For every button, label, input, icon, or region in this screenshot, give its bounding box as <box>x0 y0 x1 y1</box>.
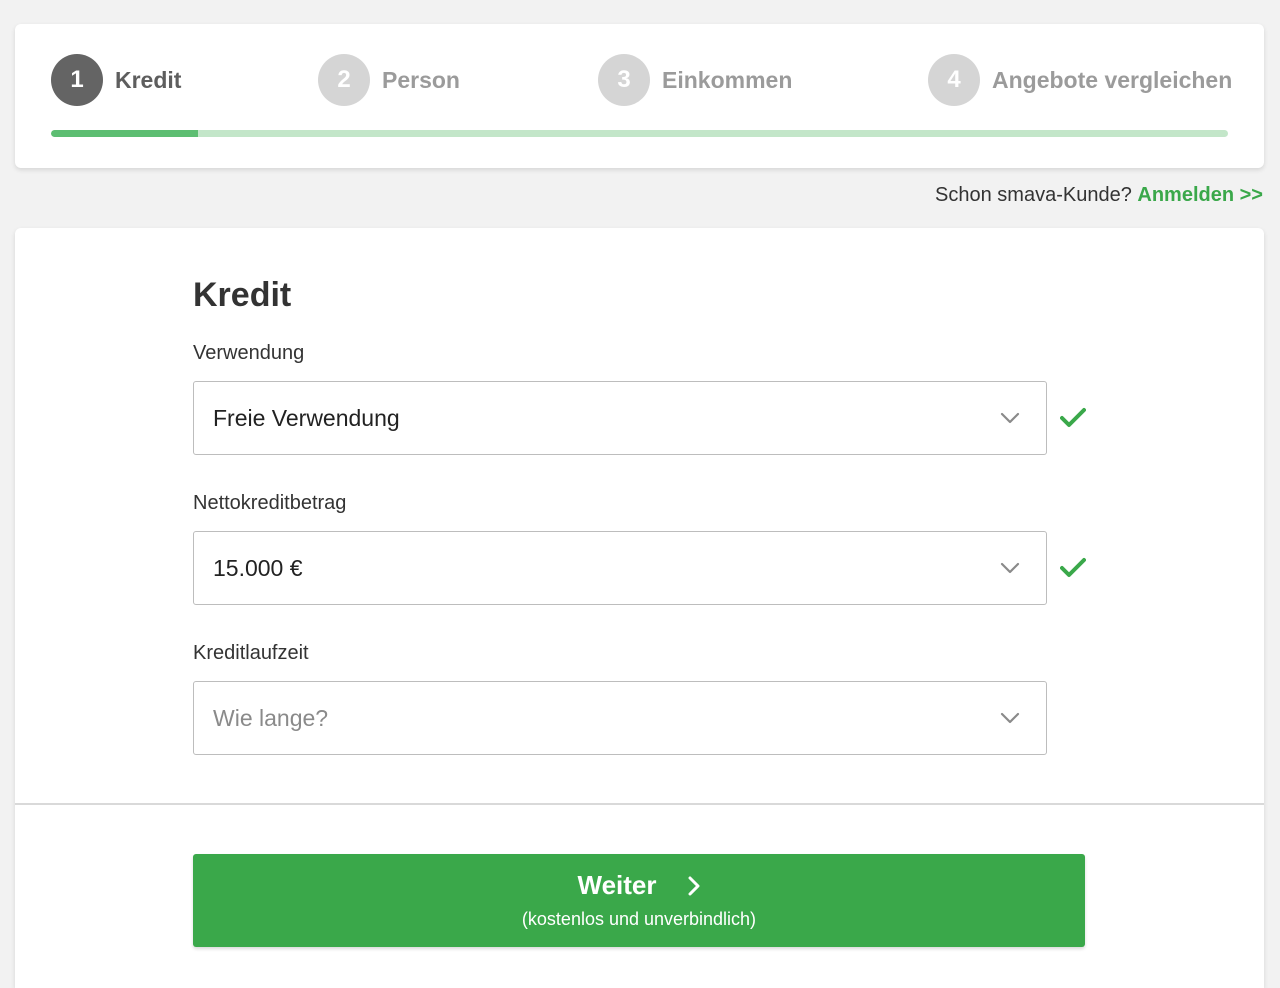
chevron-down-icon <box>1000 412 1020 424</box>
step-number-badge: 1 <box>51 54 103 106</box>
step-number-badge: 3 <box>598 54 650 106</box>
progress-bar-fill <box>51 130 199 137</box>
step-number-badge: 2 <box>318 54 370 106</box>
progress-bar <box>51 130 1228 137</box>
check-icon <box>1060 408 1086 427</box>
field-label-nettokreditbetrag: Nettokreditbetrag <box>193 492 347 514</box>
form-title: Kredit <box>193 276 292 314</box>
select-value: 15.000 € <box>213 554 303 581</box>
progress-stepper: 1 Kredit 2 Person 3 Einkommen 4 Angebote… <box>15 24 1264 168</box>
step-label: Einkommen <box>662 66 793 93</box>
chevron-right-icon <box>688 876 699 895</box>
check-icon <box>1060 558 1086 577</box>
verwendung-select[interactable]: Freie Verwendung <box>193 381 1047 455</box>
login-link[interactable]: Anmelden >> <box>1137 184 1263 206</box>
field-label-verwendung: Verwendung <box>193 342 305 364</box>
chevron-down-icon <box>1000 562 1020 574</box>
step-number-badge: 4 <box>928 54 980 106</box>
step-person: 2 Person <box>318 54 460 106</box>
weiter-button[interactable]: Weiter (kostenlos und unverbindlich) <box>193 854 1085 947</box>
step-einkommen: 3 Einkommen <box>598 54 792 106</box>
field-label-kreditlaufzeit: Kreditlaufzeit <box>193 642 309 664</box>
select-value: Freie Verwendung <box>213 404 400 431</box>
step-label: Person <box>382 66 460 93</box>
step-label: Angebote vergleichen <box>992 66 1233 93</box>
nettokreditbetrag-select[interactable]: 15.000 € <box>193 531 1047 605</box>
login-prompt: Schon smava-Kunde? Anmelden >> <box>935 184 1263 207</box>
step-label: Kredit <box>115 66 182 93</box>
submit-label: Weiter <box>577 870 657 900</box>
submit-sublabel: (kostenlos und unverbindlich) <box>521 909 757 929</box>
login-prompt-text: Schon smava-Kunde? <box>935 184 1132 206</box>
divider <box>15 803 1264 805</box>
chevron-down-icon <box>1000 712 1020 724</box>
step-kredit: 1 Kredit <box>51 54 181 106</box>
credit-form: Kredit Verwendung Freie Verwendung Netto… <box>15 228 1264 988</box>
select-placeholder: Wie lange? <box>213 704 329 731</box>
kreditlaufzeit-select[interactable]: Wie lange? <box>193 681 1047 755</box>
submit-main-row: Weiter <box>193 870 1085 901</box>
step-angebote-vergleichen: 4 Angebote vergleichen <box>928 54 1232 106</box>
